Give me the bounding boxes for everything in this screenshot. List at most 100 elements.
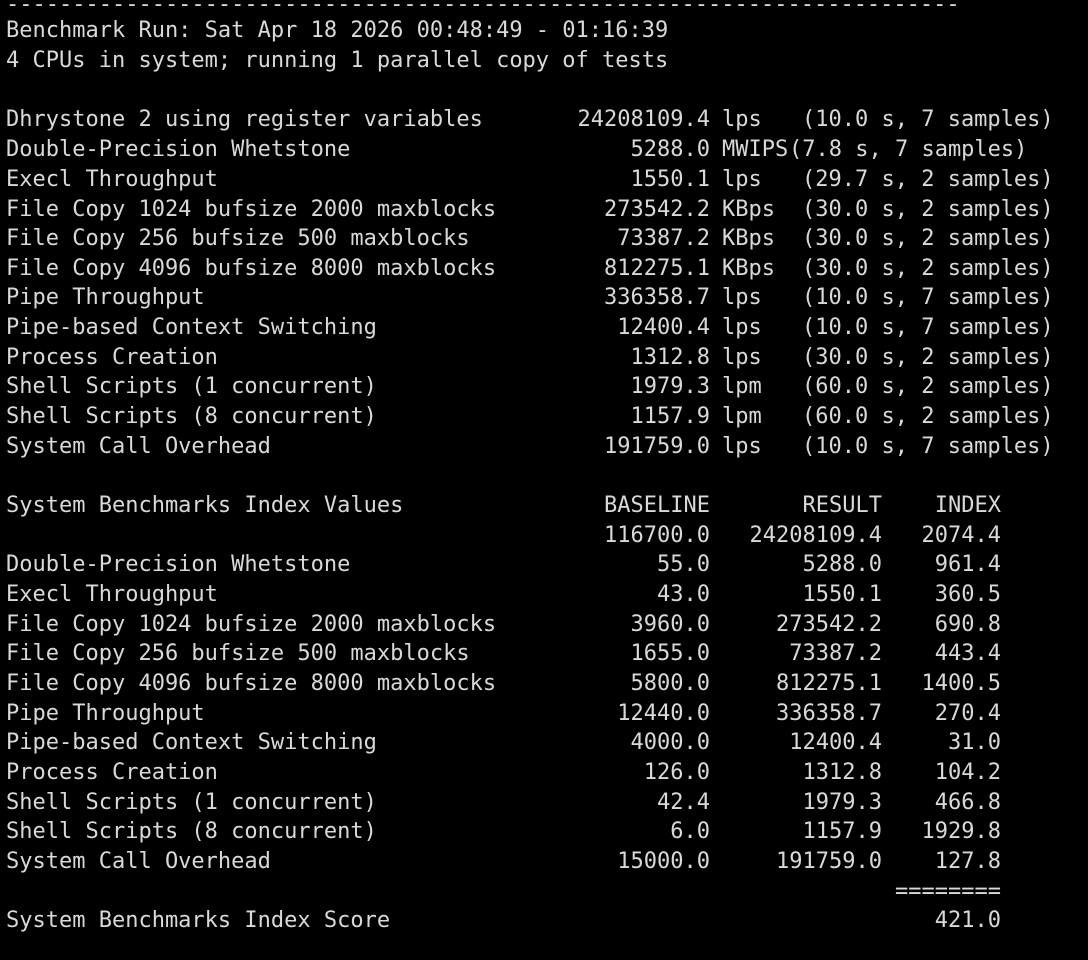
score-separator: ======== bbox=[895, 879, 1001, 904]
result-row: Shell Scripts (8 concurrent) 1157.9 lpm … bbox=[6, 403, 1054, 431]
test-name: Pipe Throughput bbox=[6, 285, 205, 310]
index-row: Pipe Throughput 12440.0 336358.7 270.4 bbox=[6, 700, 1001, 728]
result-row: File Copy 4096 bufsize 8000 maxblocks 81… bbox=[6, 255, 1054, 283]
result-value: 24208109.4 bbox=[749, 523, 882, 548]
result-row: Pipe-based Context Switching 12400.4 lps… bbox=[6, 314, 1054, 342]
index-row: Process Creation 126.0 1312.8 104.2 bbox=[6, 759, 1001, 787]
test-detail: (10.0 s, 7 samples) bbox=[802, 315, 1054, 340]
test-detail: (30.0 s, 2 samples) bbox=[802, 345, 1054, 370]
index-test-name: Execl Throughput bbox=[6, 582, 218, 607]
index-test-name: Pipe Throughput bbox=[6, 701, 205, 726]
test-name: System Call Overhead bbox=[6, 434, 271, 459]
dashed-rule: ----------------------------------------… bbox=[6, 0, 962, 10]
index-row: 116700.0 24208109.4 2074.4 bbox=[6, 522, 1001, 550]
index-value: 466.8 bbox=[934, 790, 1001, 815]
test-value: 273542.2 bbox=[604, 197, 710, 222]
result-value: 812275.1 bbox=[776, 671, 882, 696]
test-name: File Copy 4096 bufsize 8000 maxblocks bbox=[6, 256, 497, 281]
index-value: 1929.8 bbox=[921, 819, 1001, 844]
test-unit: KBps bbox=[722, 256, 775, 281]
test-name: Shell Scripts (1 concurrent) bbox=[6, 374, 377, 399]
test-unit: lps bbox=[722, 434, 762, 459]
test-value: 1157.9 bbox=[630, 404, 710, 429]
index-row: Double-Precision Whetstone 55.0 5288.0 9… bbox=[6, 551, 1001, 579]
test-value: 24208109.4 bbox=[577, 107, 710, 132]
index-row: File Copy 256 bufsize 500 maxblocks 1655… bbox=[6, 640, 1001, 668]
test-value: 812275.1 bbox=[604, 256, 710, 281]
baseline-value: 126.0 bbox=[643, 760, 710, 785]
index-value: 270.4 bbox=[934, 701, 1001, 726]
benchmark-run-line: Benchmark Run: Sat Apr 18 2026 00:48:49 … bbox=[6, 18, 669, 43]
result-row: File Copy 256 bufsize 500 maxblocks 7338… bbox=[6, 225, 1054, 253]
test-value: 1550.1 bbox=[630, 167, 710, 192]
result-value: 273542.2 bbox=[776, 612, 882, 637]
result-value: 73387.2 bbox=[789, 641, 882, 666]
test-name: Dhrystone 2 using register variables bbox=[6, 107, 483, 132]
test-unit: KBps bbox=[722, 226, 775, 251]
index-value: 690.8 bbox=[934, 612, 1001, 637]
index-value: 31.0 bbox=[948, 730, 1001, 755]
index-value: 104.2 bbox=[934, 760, 1001, 785]
index-test-name: Double-Precision Whetstone bbox=[6, 552, 351, 577]
test-unit: lps bbox=[722, 315, 762, 340]
index-row: System Call Overhead 15000.0 191759.0 12… bbox=[6, 848, 1001, 876]
result-value: 1157.9 bbox=[802, 819, 882, 844]
test-detail: (10.0 s, 7 samples) bbox=[802, 285, 1054, 310]
index-row: Shell Scripts (1 concurrent) 42.4 1979.3… bbox=[6, 789, 1001, 817]
test-unit: MWIPS bbox=[722, 137, 789, 162]
test-detail: (29.7 s, 2 samples) bbox=[802, 167, 1054, 192]
test-name: Process Creation bbox=[6, 345, 218, 370]
result-value: 1979.3 bbox=[802, 790, 882, 815]
index-test-name: Process Creation bbox=[6, 760, 218, 785]
result-row: File Copy 1024 bufsize 2000 maxblocks 27… bbox=[6, 196, 1054, 224]
index-test-name: Shell Scripts (8 concurrent) bbox=[6, 819, 377, 844]
index-value: 2074.4 bbox=[921, 523, 1001, 548]
index-value: 443.4 bbox=[934, 641, 1001, 666]
index-row: File Copy 4096 bufsize 8000 maxblocks 58… bbox=[6, 670, 1001, 698]
baseline-value: 1655.0 bbox=[630, 641, 710, 666]
index-score-label: System Benchmarks Index Score bbox=[6, 908, 391, 933]
baseline-value: 42.4 bbox=[657, 790, 710, 815]
result-value: 336358.7 bbox=[776, 701, 882, 726]
test-value: 336358.7 bbox=[604, 285, 710, 310]
index-score-row: System Benchmarks Index Score 421.0 bbox=[6, 907, 1001, 935]
index-test-name: File Copy 256 bufsize 500 maxblocks bbox=[6, 641, 470, 666]
score-separator-row: ======== bbox=[6, 878, 1001, 906]
baseline-value: 12440.0 bbox=[617, 701, 710, 726]
result-row: Pipe Throughput 336358.7 lps (10.0 s, 7 … bbox=[6, 284, 1054, 312]
test-value: 5288.0 bbox=[630, 137, 710, 162]
test-value: 1979.3 bbox=[630, 374, 710, 399]
index-column-header: INDEX bbox=[934, 493, 1001, 518]
cpu-info-line: 4 CPUs in system; running 1 parallel cop… bbox=[6, 48, 669, 73]
test-detail: (30.0 s, 2 samples) bbox=[802, 197, 1054, 222]
baseline-value: 4000.0 bbox=[630, 730, 710, 755]
test-detail: (10.0 s, 7 samples) bbox=[802, 107, 1054, 132]
test-value: 1312.8 bbox=[630, 345, 710, 370]
test-detail: (60.0 s, 2 samples) bbox=[802, 404, 1054, 429]
index-table-title: System Benchmarks Index Values bbox=[6, 493, 404, 518]
test-name: File Copy 256 bufsize 500 maxblocks bbox=[6, 226, 470, 251]
result-row: Shell Scripts (1 concurrent) 1979.3 lpm … bbox=[6, 373, 1054, 401]
baseline-value: 6.0 bbox=[670, 819, 710, 844]
baseline-value: 116700.0 bbox=[604, 523, 710, 548]
baseline-value: 43.0 bbox=[657, 582, 710, 607]
test-name: Execl Throughput bbox=[6, 167, 218, 192]
test-value: 191759.0 bbox=[604, 434, 710, 459]
test-name: Pipe-based Context Switching bbox=[6, 315, 377, 340]
test-value: 73387.2 bbox=[617, 226, 710, 251]
index-row: Execl Throughput 43.0 1550.1 360.5 bbox=[6, 581, 1001, 609]
index-value: 360.5 bbox=[934, 582, 1001, 607]
test-name: File Copy 1024 bufsize 2000 maxblocks bbox=[6, 197, 497, 222]
baseline-column-header: BASELINE bbox=[604, 493, 710, 518]
test-unit: lpm bbox=[722, 374, 762, 399]
test-detail: (7.8 s, 7 samples) bbox=[789, 137, 1028, 162]
result-value: 12400.4 bbox=[789, 730, 882, 755]
index-table-header: System Benchmarks Index Values BASELINE … bbox=[6, 492, 1001, 520]
result-row: Double-Precision Whetstone 5288.0 MWIPS … bbox=[6, 136, 1027, 164]
result-value: 5288.0 bbox=[802, 552, 882, 577]
index-test-name: Shell Scripts (1 concurrent) bbox=[6, 790, 377, 815]
index-test-name: File Copy 1024 bufsize 2000 maxblocks bbox=[6, 612, 497, 637]
baseline-value: 5800.0 bbox=[630, 671, 710, 696]
test-unit: lpm bbox=[722, 404, 762, 429]
test-detail: (30.0 s, 2 samples) bbox=[802, 256, 1054, 281]
